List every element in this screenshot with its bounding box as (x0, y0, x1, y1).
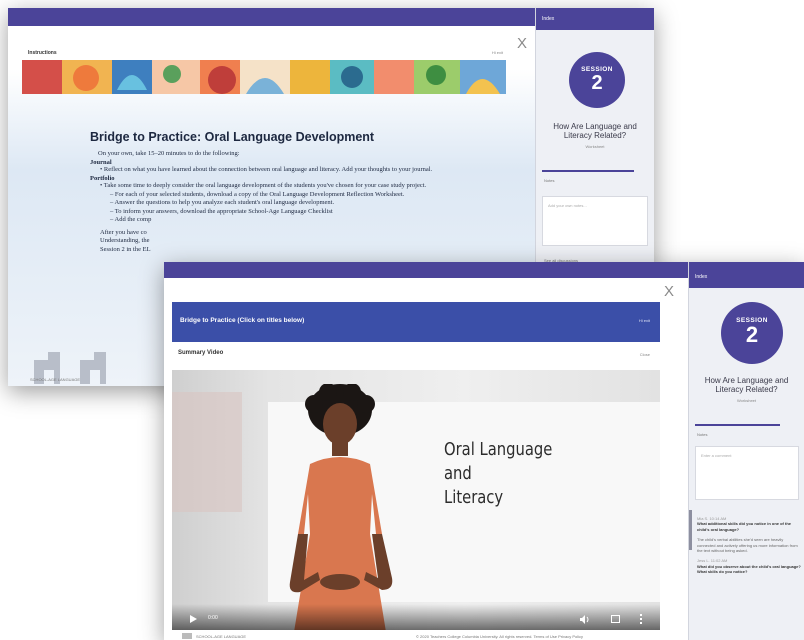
progress-bar (542, 170, 634, 172)
portfolio-subitem: – Add the comp (110, 216, 152, 224)
session-badge: SESSION 2 (569, 52, 625, 108)
session-subtitle: Worksheet (736, 398, 757, 403)
section-title: Summary Video (178, 350, 224, 356)
doc-intro: On your own, take 15–20 minutes to do th… (98, 150, 240, 157)
session-sidebar: Index SESSION 2 How Are Language and Lit… (688, 262, 804, 640)
backdrop-panel (172, 392, 242, 512)
portfolio-lead: • Take some time to deeply consider the … (100, 182, 427, 190)
video-panel: X Bridge to Practice (Click on titles be… (164, 278, 688, 640)
portfolio-subitem: – Answer the questions to help you analy… (110, 199, 335, 207)
panel-header-link[interactable]: Hi exit (492, 50, 503, 55)
fullscreen-icon[interactable] (611, 615, 620, 623)
comment-item: The child's verbal abilities she'd seen … (697, 537, 801, 553)
volume-icon[interactable] (580, 615, 590, 624)
footer-caption: SCHOOL-AGE LANGUAGE (196, 634, 247, 639)
journal-heading: Journal (90, 159, 112, 166)
comment-text: What did you observe about the child's o… (697, 563, 801, 575)
progress-bar (695, 424, 780, 426)
portfolio-subitem: – For each of your selected students, do… (110, 190, 405, 198)
notes-label: Notes (697, 432, 708, 437)
session-title: How Are Language and Literacy Related? (704, 376, 789, 395)
comment-item: Jess L. 11:02 AM What did you observe ab… (697, 558, 801, 574)
banner-link[interactable]: Hi exit (639, 318, 650, 323)
comment-textarea[interactable]: Enter a comment (695, 446, 799, 500)
sidebar-scrollbar[interactable] (689, 510, 692, 550)
presenter-figure (289, 384, 393, 630)
comment-list: Mia S. 10:14 AM What additional skills d… (697, 516, 801, 575)
banner-title: Bridge to Practice (Click on titles belo… (180, 317, 305, 324)
header-illustration (22, 60, 506, 94)
session-title: How Are Language and Literacy Related? (553, 122, 637, 141)
panel-header-title: Instructions (28, 50, 57, 56)
footer-legal: © 2020 Teachers College Columbia Univers… (416, 634, 584, 639)
portfolio-heading: Portfolio (90, 175, 115, 183)
footer-logo-icon (182, 633, 192, 639)
sidebar-tab[interactable]: Index (689, 262, 804, 288)
notes-label: Notes (544, 178, 555, 183)
session-subtitle: Worksheet (585, 144, 605, 149)
section-close-link[interactable]: Close (640, 352, 650, 357)
close-icon[interactable]: X (664, 284, 674, 299)
logo-caption: SCHOOL-AGE LANGUAGE (30, 377, 81, 382)
comment-text: The child's verbal abilities she'd seen … (697, 537, 798, 553)
summary-video-player[interactable]: Oral Language and Literacy 0:00 (172, 370, 660, 630)
portfolio-subitem: – To inform your answers, download the a… (110, 207, 333, 215)
session-badge: SESSION 2 (721, 302, 783, 364)
closing-line: Session 2 in the EL (100, 245, 151, 253)
doc-title: Bridge to Practice: Oral Language Develo… (90, 130, 375, 144)
close-icon[interactable]: X (517, 36, 527, 51)
play-icon[interactable] (190, 615, 197, 623)
comment-text: What additional skills did you notice in… (697, 521, 792, 532)
video-controls: 0:00 (172, 604, 660, 630)
comment-item: Mia S. 10:14 AM What additional skills d… (697, 516, 801, 532)
bridge-banner[interactable]: Bridge to Practice (Click on titles belo… (172, 302, 660, 342)
slide-text: Oral Language and Literacy (444, 439, 553, 508)
video-window: X Bridge to Practice (Click on titles be… (164, 262, 804, 640)
more-vertical-icon[interactable] (640, 614, 642, 624)
journal-item: • Reflect on what you have learned about… (100, 166, 433, 173)
notes-textarea[interactable]: Add your own notes... (542, 196, 648, 246)
time-display: 0:00 (208, 615, 218, 621)
bridge-to-practice-doc: Bridge to Practice: Oral Language Develo… (90, 130, 450, 254)
closing-line: Understanding, the (100, 237, 150, 245)
closing-line: After you have co (100, 228, 147, 236)
sidebar-tab[interactable]: Index (536, 8, 654, 30)
